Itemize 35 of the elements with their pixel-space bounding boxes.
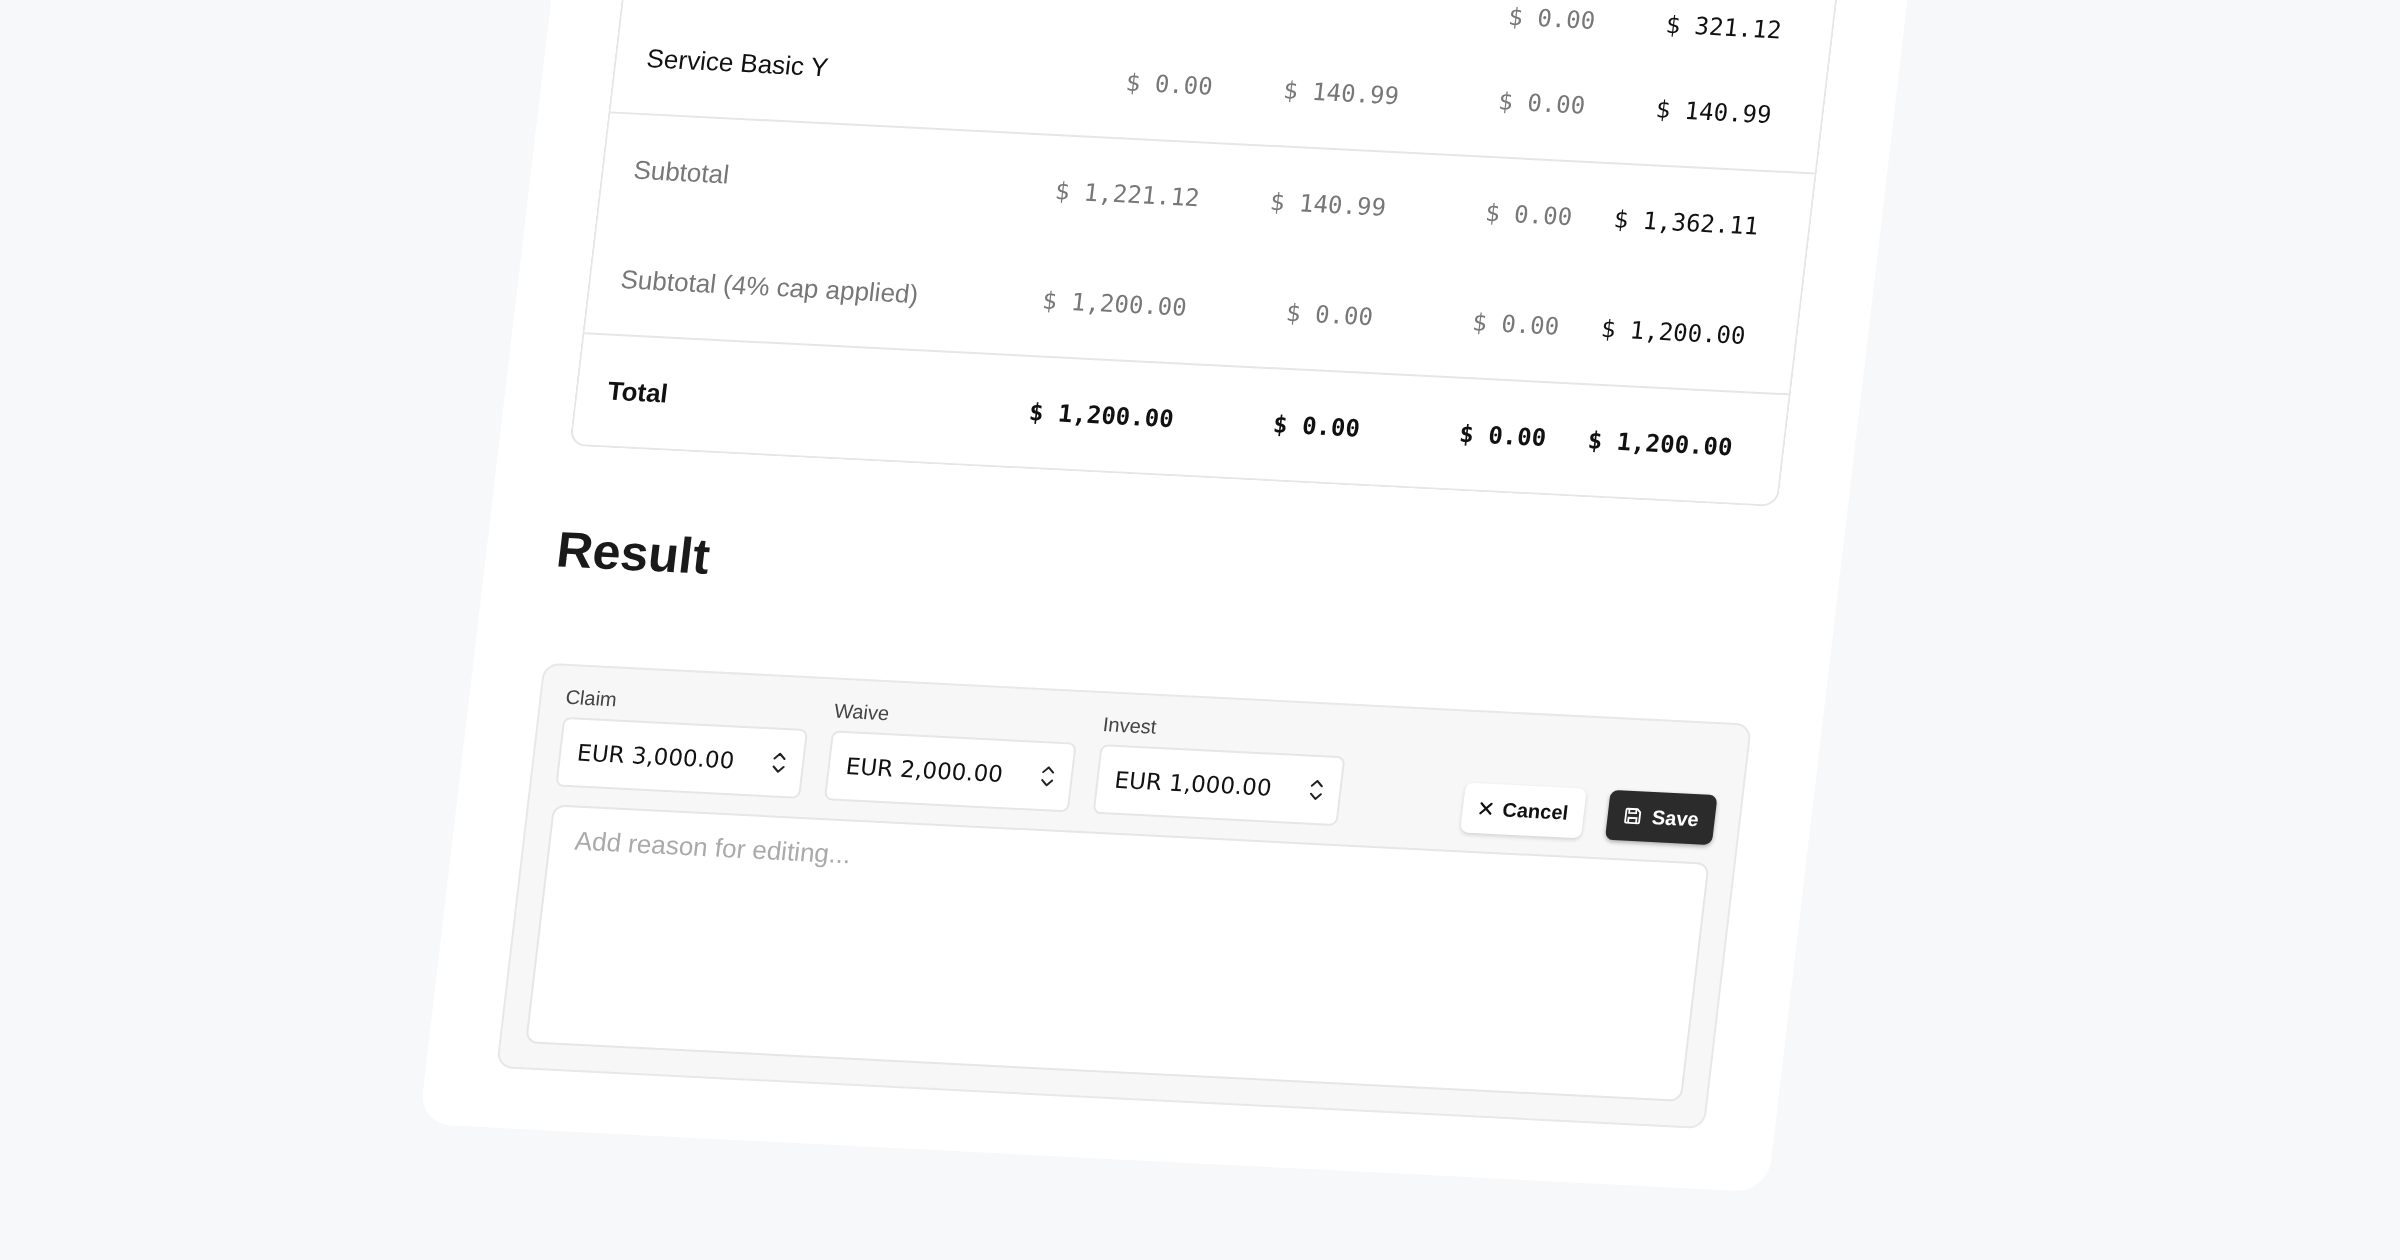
amount-cell-text: $ 1,200.00 bbox=[1026, 397, 1177, 435]
amount-cell-text: $ 0.00 bbox=[1283, 297, 1376, 333]
amount-cell-text: $ 1,221.12 bbox=[1052, 176, 1203, 214]
amount-field[interactable]: EUR 3,000.00 bbox=[555, 716, 809, 799]
row-label: Subtotal bbox=[631, 154, 732, 191]
field-label: Waive bbox=[833, 699, 892, 727]
amount-cell-text: $ 0.00 bbox=[1495, 86, 1588, 121]
amount-cell-text: $ 1,200.00 bbox=[1039, 285, 1190, 323]
stepper-icon bbox=[1039, 764, 1057, 789]
stepper-icon bbox=[1307, 777, 1325, 803]
amount-cell-text: $ 0.00 bbox=[1482, 197, 1575, 233]
amount-cell-text: $ 1,362.11 bbox=[1611, 204, 1761, 242]
row-label: Total bbox=[605, 375, 671, 411]
cancel-button[interactable]: Cancel bbox=[1459, 782, 1588, 839]
save-button[interactable]: Save bbox=[1605, 789, 1718, 846]
amount-cell-text: $ 1,200.00 bbox=[1598, 313, 1749, 352]
close-icon bbox=[1477, 801, 1494, 816]
field-label: Invest bbox=[1101, 713, 1159, 740]
amount-cell-text: $ 0.00 bbox=[1505, 1, 1598, 37]
amount-field[interactable]: EUR 1,000.00 bbox=[1092, 744, 1346, 827]
amount-cell-text: $ 0.00 bbox=[1270, 409, 1363, 444]
amount-cell-text: $ 0.00 bbox=[1456, 418, 1549, 454]
amount-cell-text: $ 0.00 bbox=[1469, 307, 1562, 342]
field-label: Claim bbox=[564, 685, 620, 713]
amount-cell-text: $ 1,200.00 bbox=[1585, 425, 1735, 463]
stepper-icon bbox=[770, 750, 788, 776]
amount-cell-text: $ 140.99 bbox=[1267, 186, 1389, 223]
amount-cell-text: $ 140.99 bbox=[1280, 75, 1402, 112]
amount-cell-text: $ 140.99 bbox=[1653, 94, 1774, 131]
amount-field[interactable]: EUR 2,000.00 bbox=[823, 730, 1077, 813]
row-label: Service Basic Y bbox=[645, 42, 831, 84]
amount-cell-text: $ 321.12 bbox=[1663, 9, 1784, 46]
amount-cell-text: $ 0.00 bbox=[1123, 67, 1216, 102]
row-label: Subtotal (4% cap applied) bbox=[619, 263, 922, 311]
section-heading: Result bbox=[553, 520, 714, 587]
